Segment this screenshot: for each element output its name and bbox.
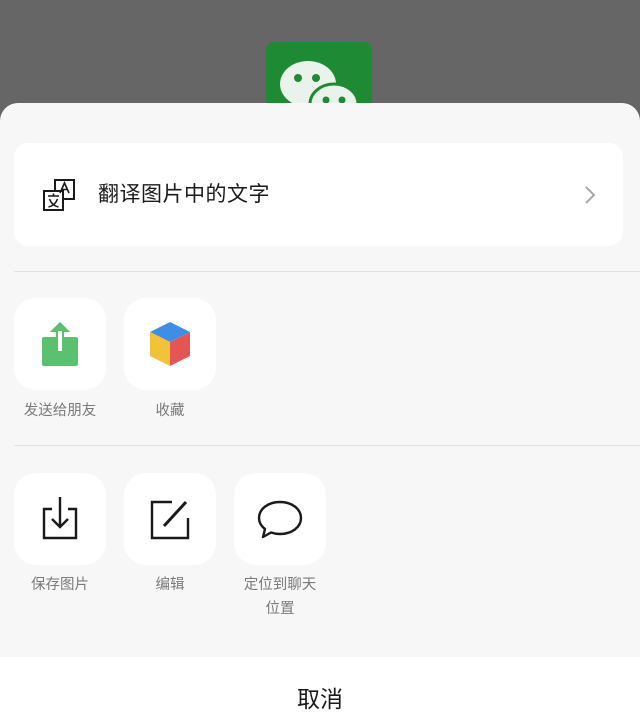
locate-in-chat-label-line1: 定位到聊天 [243, 577, 317, 593]
locate-in-chat-button[interactable] [234, 473, 326, 565]
cancel-label: 取消 [297, 687, 343, 713]
translate-label: 翻译图片中的文字 [98, 182, 270, 206]
translate-icon [43, 179, 75, 211]
translate-text-option[interactable]: 翻译图片中的文字 [14, 143, 623, 246]
share-to-friend-icon [42, 322, 78, 366]
edit-label: 编辑 [155, 577, 185, 593]
favorites-label: 收藏 [155, 403, 185, 419]
save-image-label: 保存图片 [31, 577, 89, 593]
action-sheet: 翻译图片中的文字 发送给朋友 收藏 保存图片 编辑 定位到聊天 位置 取消 [0, 103, 640, 725]
share-to-friend-label: 发送给朋友 [23, 403, 97, 419]
edit-icon [150, 500, 190, 540]
save-image-button[interactable] [14, 473, 106, 565]
chevron-right-icon [585, 186, 596, 204]
chat-bubble-icon [257, 500, 303, 539]
share-to-friend-button[interactable] [14, 298, 106, 390]
edit-button[interactable] [124, 473, 216, 565]
divider [14, 271, 640, 272]
cancel-button[interactable]: 取消 [0, 657, 640, 725]
favorites-cube-icon [150, 322, 190, 366]
locate-in-chat-label: 定位到聊天 位置 [225, 573, 335, 621]
locate-in-chat-label-line2: 位置 [265, 601, 295, 617]
favorites-button[interactable] [124, 298, 216, 390]
divider [14, 445, 640, 446]
save-image-icon [42, 497, 78, 540]
